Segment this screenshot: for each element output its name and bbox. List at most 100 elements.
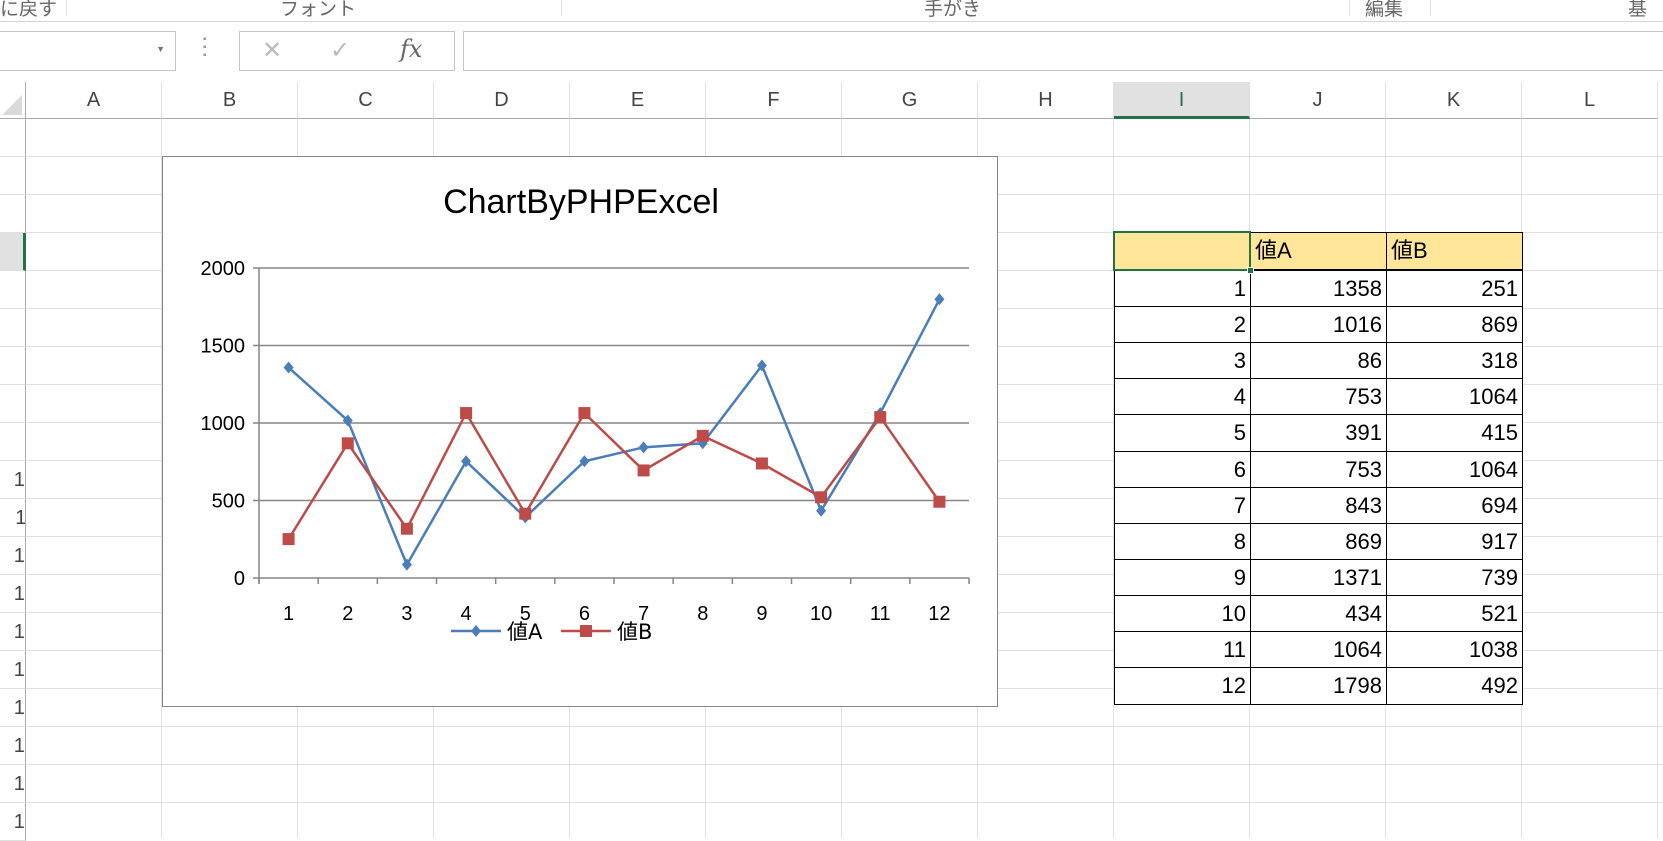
table-cell[interactable]: 1358 [1250, 270, 1387, 308]
chevron-down-icon[interactable]: ▼ [156, 44, 165, 54]
table-cell[interactable]: 1016 [1250, 306, 1387, 345]
table-cell[interactable]: 4 [1114, 378, 1251, 417]
row-header-7[interactable]: 7 [0, 347, 26, 385]
formula-input[interactable] [463, 31, 1663, 71]
row-number: 7 [25, 355, 26, 378]
x-tick-label: 11 [870, 603, 891, 625]
ribbon-group-labels: に戻す フォント 手がき 編集 基本 [0, 0, 1663, 47]
column-header-i[interactable]: I [1114, 82, 1250, 119]
table-cell[interactable]: 1 [1114, 270, 1251, 308]
row-header-4[interactable]: 4 [0, 233, 26, 271]
row-header-11[interactable]: 11 [0, 499, 26, 537]
table-cell[interactable]: 6 [1114, 450, 1251, 489]
row-header-12[interactable]: 12 [0, 537, 26, 575]
table-header-cell[interactable]: 値B [1386, 232, 1523, 270]
row-header-19[interactable]: 19 [0, 803, 26, 841]
table-cell[interactable]: 753 [1250, 450, 1387, 489]
x-tick-label: 9 [756, 603, 767, 625]
table-cell[interactable]: 869 [1250, 522, 1387, 561]
table-cell[interactable]: 739 [1386, 558, 1523, 597]
ribbon-group-font: フォント [280, 0, 357, 20]
table-cell[interactable]: 753 [1250, 378, 1387, 417]
x-tick-label: 10 [810, 603, 832, 625]
table-cell[interactable]: 7 [1114, 486, 1251, 525]
table-cell[interactable]: 1371 [1250, 558, 1387, 597]
column-header-h[interactable]: H [978, 82, 1114, 119]
table-cell[interactable]: 521 [1386, 594, 1523, 633]
formula-buttons: ✕ ✓ fx [239, 31, 455, 71]
column-header-g[interactable]: G [842, 82, 978, 119]
check-icon[interactable]: ✓ [330, 36, 350, 65]
row-number: 2 [25, 165, 26, 188]
row-number: 1 [25, 127, 26, 150]
table-cell[interactable]: 434 [1250, 594, 1387, 633]
row-number: 12 [13, 545, 25, 567]
column-header-e[interactable]: E [570, 82, 706, 119]
drag-handle-icon[interactable]: ▪ ▪ ▪ [203, 35, 207, 61]
column-header-d[interactable]: D [434, 82, 570, 119]
table-cell[interactable]: 917 [1386, 522, 1523, 561]
row-header-14[interactable]: 14 [0, 613, 26, 651]
data-point [815, 491, 828, 504]
table-cell[interactable]: 1064 [1386, 450, 1523, 489]
row-number: 14 [13, 621, 25, 643]
data-point [755, 457, 768, 470]
table-cell[interactable]: 5 [1114, 414, 1251, 453]
fill-handle[interactable] [1247, 267, 1254, 274]
row-header-3[interactable]: 3 [0, 195, 26, 233]
table-cell[interactable]: 1798 [1250, 667, 1387, 706]
table-cell[interactable]: 1064 [1386, 378, 1523, 417]
row-header-15[interactable]: 15 [0, 651, 26, 689]
row-header-10[interactable]: 10 [0, 461, 26, 499]
column-header-f[interactable]: F [706, 82, 842, 119]
table-cell[interactable]: 86 [1250, 342, 1387, 381]
table-cell[interactable]: 3 [1114, 342, 1251, 381]
data-point [341, 437, 354, 450]
row-header-17[interactable]: 17 [0, 727, 26, 765]
insert-function-icon[interactable]: fx [400, 35, 422, 63]
select-all-button[interactable] [0, 82, 26, 119]
table-cell[interactable]: 1038 [1386, 631, 1523, 669]
table-cell[interactable]: 415 [1386, 414, 1523, 453]
table-cell[interactable]: 492 [1386, 667, 1523, 706]
table-cell[interactable]: 318 [1386, 342, 1523, 381]
column-header-j[interactable]: J [1250, 82, 1386, 119]
table-header-cell[interactable]: 値A [1250, 232, 1387, 270]
row-header-8[interactable]: 8 [0, 385, 26, 423]
table-cell[interactable]: 2 [1114, 306, 1251, 345]
row-number: 10 [13, 469, 25, 491]
cancel-icon[interactable]: ✕ [262, 36, 282, 65]
table-cell[interactable]: 8 [1114, 522, 1251, 561]
table-cell[interactable]: 12 [1114, 667, 1251, 706]
table-cell[interactable]: 694 [1386, 486, 1523, 525]
line-chart[interactable]: ChartByPHPExcel 0 500 1000 1500 2000 1 2 3 4 5 6 7 8… [162, 156, 998, 707]
row-header-13[interactable]: 13 [0, 575, 26, 613]
row-header-1[interactable]: 1 [0, 119, 26, 157]
row-header-16[interactable]: 16 [0, 689, 26, 727]
table-cell[interactable]: 11 [1114, 631, 1251, 669]
row-header-2[interactable]: 2 [0, 157, 26, 195]
row-number: 6 [25, 317, 26, 340]
row-number: 9 [25, 431, 26, 454]
table-cell[interactable]: 9 [1114, 558, 1251, 597]
row-header-5[interactable]: 5 [0, 271, 26, 309]
y-tick-label: 0 [234, 568, 245, 590]
table-cell[interactable]: 251 [1386, 270, 1523, 308]
table-cell[interactable]: 1064 [1250, 631, 1387, 669]
name-box[interactable]: ▼ [0, 31, 176, 71]
row-header-18[interactable]: 18 [0, 765, 26, 803]
series-line-0 [287, 298, 941, 568]
column-header-k[interactable]: K [1386, 82, 1522, 119]
table-cell[interactable]: 843 [1250, 486, 1387, 525]
row-header-6[interactable]: 6 [0, 309, 26, 347]
column-header-a[interactable]: A [26, 82, 162, 119]
table-cell[interactable]: 10 [1114, 594, 1251, 633]
column-header-c[interactable]: C [298, 82, 434, 119]
row-header-9[interactable]: 9 [0, 423, 26, 461]
column-header-b[interactable]: B [162, 82, 298, 119]
column-header-l[interactable]: L [1522, 82, 1658, 119]
table-cell[interactable]: 391 [1250, 414, 1387, 453]
formula-bar: ▼ ▪ ▪ ▪ ✕ ✓ fx [0, 22, 1663, 82]
table-cell[interactable]: 869 [1386, 306, 1523, 345]
row-number: 16 [13, 697, 25, 719]
